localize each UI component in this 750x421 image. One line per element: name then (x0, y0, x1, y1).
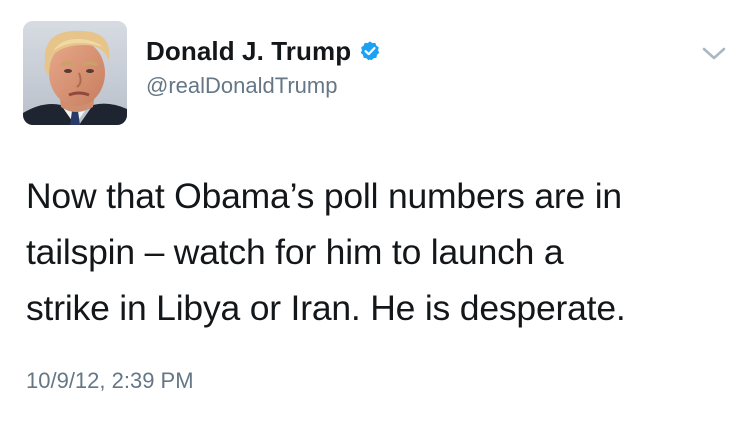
profile-photo-icon (23, 21, 127, 125)
tweet-text: Now that Obama’s poll numbers are in tai… (26, 176, 626, 328)
author-display-name[interactable]: Donald J. Trump (146, 36, 351, 67)
author-handle[interactable]: @realDonaldTrump (146, 73, 337, 99)
tweet-card: Donald J. Trump @realDonaldTrump Now tha… (0, 0, 750, 421)
chevron-down-icon[interactable] (700, 44, 728, 64)
author-row: Donald J. Trump (146, 34, 381, 68)
tweet-timestamp[interactable]: 10/9/12, 2:39 PM (26, 368, 194, 394)
avatar[interactable] (23, 21, 127, 125)
verified-badge-icon (359, 40, 381, 62)
